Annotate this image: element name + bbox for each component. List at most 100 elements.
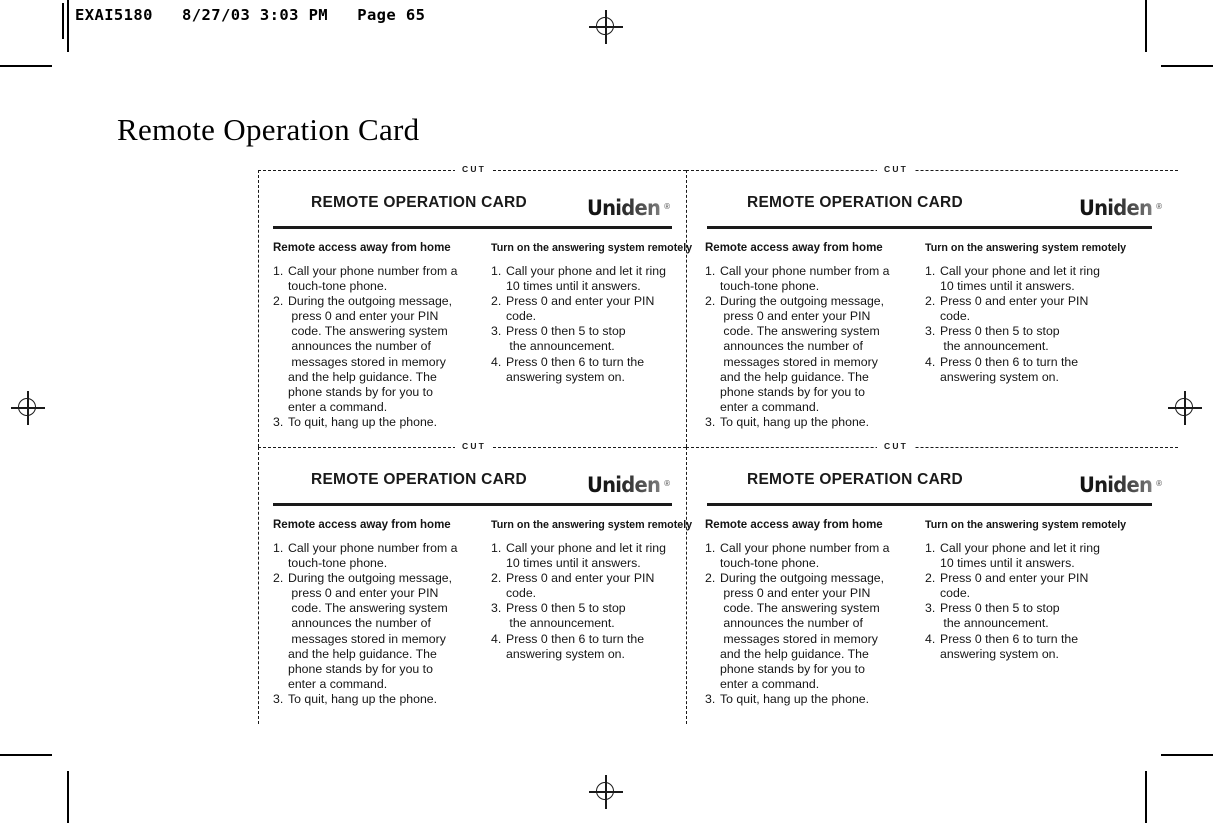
step-line: Press 0 then 5 to stop bbox=[506, 601, 626, 616]
cut-label: CUT bbox=[455, 440, 494, 452]
card-header: REMOTE OPERATION CARD Uniden ® bbox=[273, 176, 672, 226]
crop-mark-icon bbox=[1161, 65, 1213, 67]
step-line: answering system on. bbox=[506, 646, 625, 661]
step-line: code. The answering system bbox=[720, 601, 880, 616]
instruction-step: During the outgoing message, press 0 and… bbox=[273, 571, 481, 692]
card-grid: CUT REMOTE OPERATION CARD Uniden ® Remote ac… bbox=[258, 163, 1178, 770]
crop-mark-icon bbox=[1145, 771, 1147, 823]
instruction-step: Press 0 then 6 to turn the answering syst… bbox=[491, 632, 687, 662]
step-line: 10 times until it answers. bbox=[940, 279, 1075, 294]
step-line: announces the number of bbox=[720, 616, 863, 631]
step-line: code. The answering system bbox=[288, 601, 448, 616]
instruction-step-list: Call your phone number from a touch-tone … bbox=[273, 264, 481, 430]
step-line: the announcement. bbox=[940, 616, 1049, 631]
step-line: and the help guidance. The bbox=[720, 646, 869, 661]
instruction-step: Press 0 then 5 to stop the announcement. bbox=[925, 601, 1125, 631]
instruction-step: Call your phone number from a touch-tone … bbox=[273, 541, 481, 571]
instruction-column-remote-access: Remote access away from home Call your ph… bbox=[705, 518, 915, 707]
step-line: Press 0 and enter your PIN bbox=[940, 571, 1089, 586]
step-line: To quit, hang up the phone. bbox=[288, 414, 438, 429]
step-line: Press 0 and enter your PIN bbox=[940, 294, 1089, 309]
uniden-logo-wordmark: Uniden bbox=[1079, 196, 1153, 220]
cut-label: CUT bbox=[877, 163, 916, 175]
registration-target-icon bbox=[11, 391, 45, 425]
step-line: Press 0 then 6 to turn the bbox=[940, 354, 1079, 369]
step-line: answering system on. bbox=[506, 369, 625, 384]
card-row: CUT REMOTE OPERATION CARD Uniden ® Remote ac… bbox=[258, 440, 1178, 724]
remote-operation-card: CUT REMOTE OPERATION CARD Uniden ® Remote ac… bbox=[686, 440, 1178, 724]
instruction-step: Press 0 then 5 to stop the announcement. bbox=[491, 324, 687, 354]
remote-operation-card: CUT REMOTE OPERATION CARD Uniden ® Remote ac… bbox=[258, 163, 692, 447]
step-line: the announcement. bbox=[506, 339, 615, 354]
instruction-step: Press 0 then 5 to stop the announcement. bbox=[491, 601, 687, 631]
card-title: REMOTE OPERATION CARD bbox=[747, 194, 963, 211]
crop-mark-icon bbox=[0, 65, 52, 67]
uniden-logo-wordmark: Uniden bbox=[1079, 473, 1153, 497]
card-body: Remote access away from home Call your ph… bbox=[273, 518, 692, 707]
card-header-rule bbox=[707, 226, 1152, 229]
instruction-step: Press 0 and enter your PIN code. bbox=[491, 571, 687, 601]
step-line: announces the number of bbox=[720, 339, 863, 354]
instruction-step: During the outgoing message, press 0 and… bbox=[705, 294, 915, 415]
uniden-logo-wordmark: Uniden bbox=[587, 473, 661, 497]
step-line: the announcement. bbox=[940, 339, 1049, 354]
registered-trademark-icon: ® bbox=[1156, 478, 1162, 488]
instruction-step-list: Call your phone and let it ring 10 times … bbox=[925, 264, 1125, 385]
step-line: 10 times until it answers. bbox=[940, 556, 1075, 571]
instruction-step: To quit, hang up the phone. bbox=[705, 415, 915, 430]
instruction-step-list: Call your phone number from a touch-tone … bbox=[705, 541, 915, 707]
step-line: enter a command. bbox=[288, 399, 388, 414]
step-line: the announcement. bbox=[506, 616, 615, 631]
uniden-logo-wordmark: Uniden bbox=[587, 196, 661, 220]
step-line: Call your phone number from a bbox=[288, 264, 458, 278]
registered-trademark-icon: ® bbox=[664, 478, 670, 488]
step-line: Call your phone and let it ring bbox=[940, 541, 1100, 555]
step-line: code. bbox=[940, 586, 971, 601]
step-line: code. The answering system bbox=[288, 324, 448, 339]
step-line: answering system on. bbox=[940, 369, 1059, 384]
card-header-rule bbox=[707, 503, 1152, 506]
column-heading: Turn on the answering system remotely bbox=[925, 519, 1127, 531]
slug-text: EXAI5180 8/27/03 3:03 PM Page 65 bbox=[75, 6, 426, 24]
step-line: and the help guidance. The bbox=[720, 369, 869, 384]
column-heading: Turn on the answering system remotely bbox=[491, 519, 693, 531]
step-line: code. bbox=[940, 309, 971, 324]
step-line: press 0 and enter your PIN bbox=[720, 586, 871, 601]
step-line: During the outgoing message, bbox=[720, 571, 885, 586]
step-line: touch-tone phone. bbox=[288, 279, 388, 294]
instruction-step: Press 0 and enter your PIN code. bbox=[925, 571, 1125, 601]
step-line: touch-tone phone. bbox=[288, 556, 388, 571]
step-line: phone stands by for you to bbox=[720, 661, 865, 676]
step-line: and the help guidance. The bbox=[288, 369, 437, 384]
step-line: and the help guidance. The bbox=[288, 646, 437, 661]
card-title: REMOTE OPERATION CARD bbox=[311, 194, 527, 211]
step-line: press 0 and enter your PIN bbox=[288, 586, 439, 601]
slug-rule bbox=[62, 3, 64, 39]
cut-label: CUT bbox=[877, 440, 916, 452]
instruction-step: Press 0 and enter your PIN code. bbox=[491, 294, 687, 324]
column-heading: Remote access away from home bbox=[705, 242, 883, 254]
card-header: REMOTE OPERATION CARD Uniden ® bbox=[273, 453, 672, 503]
step-line: phone stands by for you to bbox=[720, 384, 865, 399]
instruction-step-list: Call your phone and let it ring 10 times … bbox=[491, 541, 687, 662]
instruction-step: Press 0 then 6 to turn the answering syst… bbox=[925, 355, 1125, 385]
step-line: Call your phone and let it ring bbox=[506, 264, 666, 278]
uniden-logo: Uniden ® bbox=[1079, 198, 1162, 220]
page-title: Remote Operation Card bbox=[117, 112, 420, 147]
remote-operation-card: CUT REMOTE OPERATION CARD Uniden ® Remote ac… bbox=[686, 163, 1178, 447]
instruction-step-list: Call your phone number from a touch-tone … bbox=[705, 264, 915, 430]
card-row: CUT REMOTE OPERATION CARD Uniden ® Remote ac… bbox=[258, 163, 1178, 447]
step-line: messages stored in memory bbox=[720, 631, 878, 646]
step-line: enter a command. bbox=[720, 399, 820, 414]
column-heading: Turn on the answering system remotely bbox=[925, 242, 1127, 254]
job-slug: EXAI5180 8/27/03 3:03 PM Page 65 bbox=[62, 3, 425, 39]
step-line: Press 0 then 6 to turn the bbox=[940, 631, 1079, 646]
uniden-logo: Uniden ® bbox=[587, 475, 670, 497]
step-line: touch-tone phone. bbox=[720, 279, 820, 294]
step-line: enter a command. bbox=[720, 676, 820, 691]
instruction-step: During the outgoing message, press 0 and… bbox=[705, 571, 915, 692]
instruction-step: Call your phone and let it ring 10 times … bbox=[491, 541, 687, 571]
step-line: Press 0 then 5 to stop bbox=[506, 324, 626, 339]
instruction-step: Press 0 then 6 to turn the answering syst… bbox=[925, 632, 1125, 662]
instruction-step: Press 0 then 5 to stop the announcement. bbox=[925, 324, 1125, 354]
